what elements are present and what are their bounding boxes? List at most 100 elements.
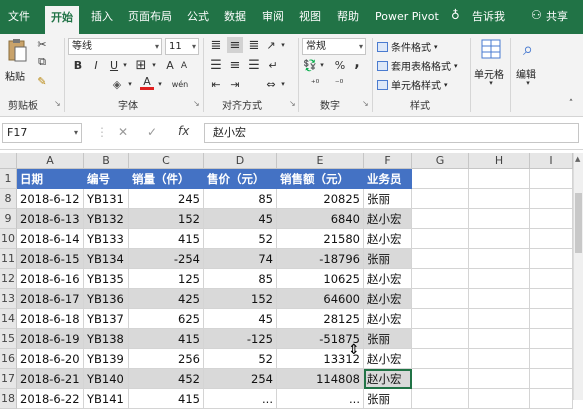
cell-i15[interactable] <box>530 329 573 349</box>
row-header-1[interactable]: 1 <box>0 169 17 189</box>
cell-i12[interactable] <box>530 269 573 289</box>
borders-icon[interactable]: ⊞ <box>134 58 148 73</box>
cell-g9[interactable] <box>412 209 469 229</box>
tab-formulas[interactable]: 公式 <box>187 8 209 26</box>
currency-dropdown-icon[interactable]: ▾ <box>318 58 326 72</box>
cell-c13[interactable]: 425 <box>129 289 204 309</box>
bold-button[interactable]: B <box>72 58 84 72</box>
cell-d13[interactable]: 152 <box>204 289 277 309</box>
font-color-dropdown-icon[interactable]: ▾ <box>156 77 164 91</box>
cell-f11[interactable]: 张丽 <box>364 249 412 269</box>
alignment-launcher-icon[interactable]: ↘ <box>289 99 296 108</box>
cell-i14[interactable] <box>530 309 573 329</box>
enter-icon[interactable]: ✓ <box>147 125 157 139</box>
decrease-decimal-icon[interactable]: ⁻⁰ <box>330 77 348 91</box>
tab-help[interactable]: 帮助 <box>337 8 359 26</box>
cell-d11[interactable]: 74 <box>204 249 277 269</box>
row-header-12[interactable]: 12 <box>0 269 17 289</box>
insert-function-button[interactable]: fx <box>178 124 189 138</box>
cell-d17[interactable]: 254 <box>204 369 277 389</box>
cell-d15[interactable]: -125 <box>204 329 277 349</box>
cell-d8[interactable]: 85 <box>204 189 277 209</box>
font-color-button[interactable]: A <box>140 75 154 90</box>
cell-b17[interactable]: YB140 <box>84 369 129 389</box>
align-middle-icon[interactable]: ≡ <box>227 37 243 53</box>
cell-f8[interactable]: 张丽 <box>364 189 412 209</box>
row-header-10[interactable]: 10 <box>0 229 17 249</box>
phonetic-button[interactable]: wén <box>170 77 190 91</box>
cell-e18[interactable]: ... <box>277 389 364 409</box>
wrap-text-icon[interactable]: ↵ <box>266 58 280 72</box>
cell-i13[interactable] <box>530 289 573 309</box>
tab-power-pivot[interactable]: Power Pivot <box>375 8 439 26</box>
cell-e9[interactable]: 6840 <box>277 209 364 229</box>
cell-a10[interactable]: 2018-6-14 <box>17 229 84 249</box>
cell-f16[interactable]: 赵小宏 <box>364 349 412 369</box>
conditional-formatting-button[interactable]: 条件格式 ▾ <box>377 39 438 54</box>
cell-b15[interactable]: YB138 <box>84 329 129 349</box>
column-header-f[interactable]: F <box>364 153 412 169</box>
decrease-indent-icon[interactable]: ⇤ <box>209 77 223 91</box>
row-header-8[interactable]: 8 <box>0 189 17 209</box>
cell-e10[interactable]: 21580 <box>277 229 364 249</box>
font-shrink-button[interactable]: A <box>179 60 189 72</box>
cell-g17[interactable] <box>412 369 469 389</box>
paste-icon[interactable] <box>4 37 30 65</box>
cell-e17[interactable]: 114808 <box>277 369 364 389</box>
align-top-icon[interactable]: ≣ <box>209 38 223 53</box>
cell-a13[interactable]: 2018-6-17 <box>17 289 84 309</box>
align-bottom-icon[interactable]: ≣ <box>247 38 261 53</box>
cell-i10[interactable] <box>530 229 573 249</box>
cell-h14[interactable] <box>469 309 530 329</box>
cell-g10[interactable] <box>412 229 469 249</box>
fill-color-dropdown-icon[interactable]: ▾ <box>126 77 134 91</box>
scroll-up-icon[interactable]: ▲ <box>575 155 580 163</box>
cell-h8[interactable] <box>469 189 530 209</box>
align-left-icon[interactable]: ☰ <box>209 58 223 73</box>
cell-f15[interactable]: 张丽 <box>364 329 412 349</box>
cell-f13[interactable]: 赵小宏 <box>364 289 412 309</box>
increase-decimal-icon[interactable]: ⁺⁰ <box>306 77 324 91</box>
cell-b9[interactable]: YB132 <box>84 209 129 229</box>
orientation-dropdown-icon[interactable]: ▾ <box>279 38 287 52</box>
cancel-icon[interactable]: ✕ <box>118 125 128 139</box>
tab-data[interactable]: 数据 <box>224 8 246 26</box>
cell-g15[interactable] <box>412 329 469 349</box>
tab-view[interactable]: 视图 <box>299 8 321 26</box>
copy-icon[interactable]: ⧉ <box>35 55 49 69</box>
cell-g12[interactable] <box>412 269 469 289</box>
cell-styles-button[interactable]: 单元格样式 ▾ <box>377 77 448 92</box>
header-cell-e1[interactable]: 销售额（元） <box>277 169 364 189</box>
tab-review[interactable]: 审阅 <box>262 8 284 26</box>
number-format-combo[interactable]: 常规 ▾ <box>302 38 366 55</box>
column-header-g[interactable]: G <box>412 153 469 169</box>
cell-a8[interactable]: 2018-6-12 <box>17 189 84 209</box>
cell-e13[interactable]: 64600 <box>277 289 364 309</box>
tab-home[interactable]: 开始 <box>45 6 79 34</box>
cut-icon[interactable]: ✂ <box>35 37 49 51</box>
row-header-13[interactable]: 13 <box>0 289 17 309</box>
cell-b8[interactable]: YB131 <box>84 189 129 209</box>
cell-c14[interactable]: 625 <box>129 309 204 329</box>
borders-dropdown-icon[interactable]: ▾ <box>150 58 158 72</box>
align-right-icon[interactable]: ☰ <box>247 58 261 73</box>
cell-i8[interactable] <box>530 189 573 209</box>
cell-f14[interactable]: 赵小宏 <box>364 309 412 329</box>
cell-h10[interactable] <box>469 229 530 249</box>
cell-f10[interactable]: 赵小宏 <box>364 229 412 249</box>
column-header-i[interactable]: I <box>530 153 573 169</box>
column-header-a[interactable]: A <box>17 153 84 169</box>
cells-dropdown-icon[interactable]: ▾ <box>486 78 496 88</box>
cell-c8[interactable]: 245 <box>129 189 204 209</box>
row-header-14[interactable]: 14 <box>0 309 17 329</box>
cell-a12[interactable]: 2018-6-16 <box>17 269 84 289</box>
cell-f18[interactable]: 张丽 <box>364 389 412 409</box>
row-header-9[interactable]: 9 <box>0 209 17 229</box>
cell-c15[interactable]: 415 <box>129 329 204 349</box>
cell-a11[interactable]: 2018-6-15 <box>17 249 84 269</box>
header-cell-f1[interactable]: 业务员 <box>364 169 412 189</box>
cell-c10[interactable]: 415 <box>129 229 204 249</box>
share-button[interactable]: 共享 <box>546 8 568 26</box>
cells-icon[interactable] <box>479 36 503 62</box>
font-size-combo[interactable]: 11 ▾ <box>165 38 199 55</box>
